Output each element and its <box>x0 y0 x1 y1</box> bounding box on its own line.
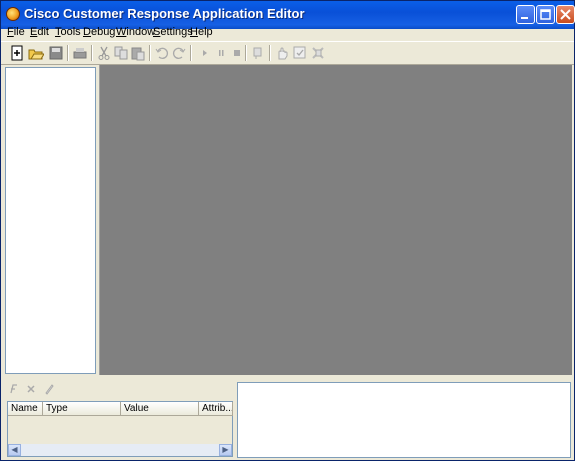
maximize-button[interactable] <box>536 5 555 24</box>
toolbar-separator <box>149 45 151 61</box>
menu-window[interactable]: Window <box>116 26 155 38</box>
minimize-button[interactable] <box>516 5 535 24</box>
open-icon[interactable] <box>28 45 44 61</box>
column-name[interactable]: Name <box>8 402 43 416</box>
menu-tools[interactable]: Tools <box>55 26 81 38</box>
horizontal-scrollbar[interactable]: ◀ ▶ <box>8 444 232 456</box>
new-variable-icon[interactable] <box>7 383 19 395</box>
column-attributes[interactable]: Attrib... <box>199 402 233 416</box>
delete-variable-icon[interactable] <box>25 383 37 395</box>
variable-table-header: Name Type Value Attrib... <box>8 402 233 416</box>
pause-icon[interactable] <box>213 45 229 61</box>
toolbar-separator <box>269 45 271 61</box>
save-icon[interactable] <box>48 45 64 61</box>
scroll-right-button[interactable]: ▶ <box>219 444 232 456</box>
menu-edit[interactable]: Edit <box>30 26 49 38</box>
app-window: Cisco Customer Response Application Edit… <box>0 0 575 461</box>
maximize-icon <box>540 9 551 20</box>
menu-settings[interactable]: Settings <box>153 26 193 38</box>
variable-panel: Name Type Value Attrib... ◀ ▶ <box>5 379 233 459</box>
undo-icon[interactable] <box>154 45 170 61</box>
design-canvas[interactable] <box>99 65 572 375</box>
hand-icon[interactable] <box>274 45 290 61</box>
column-value[interactable]: Value <box>121 402 199 416</box>
clear-breakpoint-icon[interactable] <box>310 45 326 61</box>
minimize-icon <box>521 17 528 19</box>
window-title: Cisco Customer Response Application Edit… <box>24 6 305 21</box>
insert-breakpoint-icon[interactable] <box>250 45 266 61</box>
menu-bar: File Edit Tools Debug Window Settings He… <box>1 23 574 41</box>
copy-icon[interactable] <box>113 45 129 61</box>
toolbar-separator <box>91 45 93 61</box>
new-icon[interactable] <box>9 45 25 61</box>
menu-debug[interactable]: Debug <box>83 26 115 38</box>
toolbar-separator <box>190 45 192 61</box>
scroll-left-button[interactable]: ◀ <box>8 444 21 456</box>
toolbar <box>1 41 574 65</box>
print-icon[interactable] <box>72 45 88 61</box>
variable-table[interactable]: Name Type Value Attrib... ◀ ▶ <box>7 401 233 457</box>
cut-icon[interactable] <box>96 45 112 61</box>
close-icon <box>560 9 571 20</box>
app-icon[interactable] <box>6 7 20 21</box>
paste-icon[interactable] <box>130 45 146 61</box>
edit-variable-icon[interactable] <box>43 383 55 395</box>
palette-pane[interactable] <box>5 67 96 374</box>
column-type[interactable]: Type <box>43 402 121 416</box>
close-button[interactable] <box>556 5 575 24</box>
stop-icon[interactable] <box>229 45 245 61</box>
run-icon[interactable] <box>197 45 213 61</box>
menu-help[interactable]: Help <box>190 26 213 38</box>
toolbar-separator <box>245 45 247 61</box>
toolbar-separator <box>67 45 69 61</box>
redo-icon[interactable] <box>171 45 187 61</box>
menu-file[interactable]: File <box>7 26 25 38</box>
properties-pane[interactable] <box>237 382 571 458</box>
validate-icon[interactable] <box>292 45 308 61</box>
